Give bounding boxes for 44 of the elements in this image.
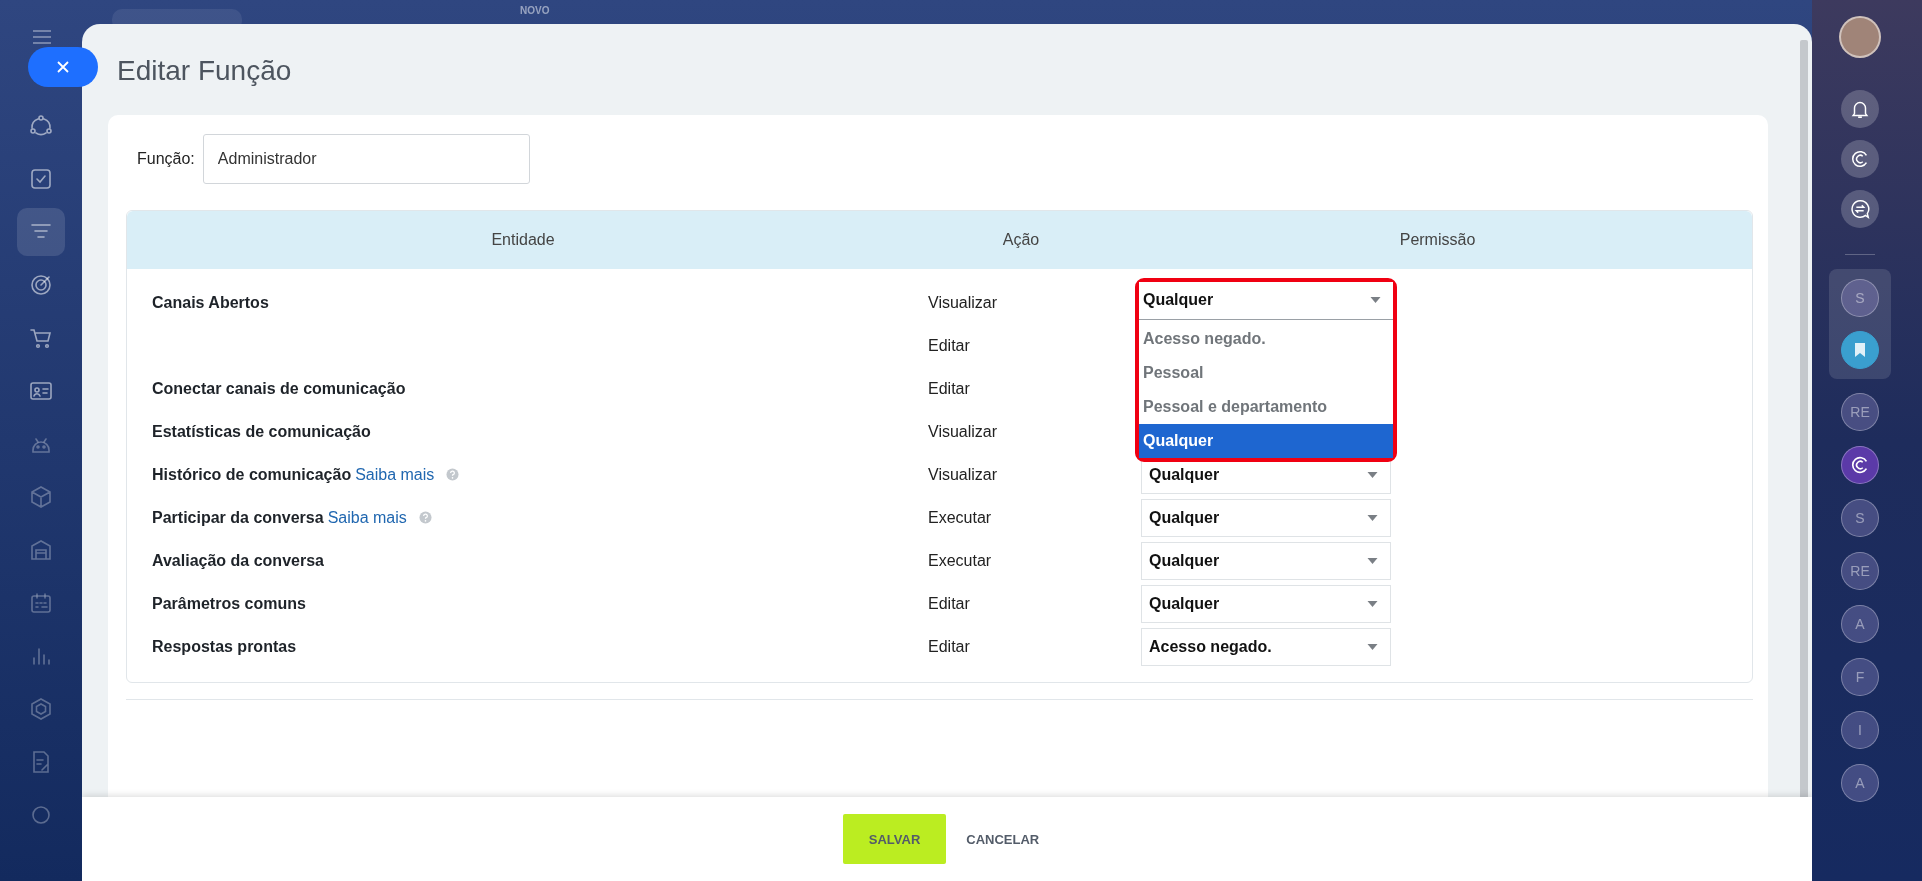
cancel-button[interactable]: CANCELAR [954,814,1052,864]
entity-name: Respostas prontas [152,637,297,656]
learn-more-link[interactable]: Saiba mais [327,508,407,527]
chat-avatar[interactable]: S [1841,499,1879,537]
permission-select[interactable]: Acesso negado. [1141,627,1391,666]
entity-name: Parâmetros comuns [152,594,306,613]
field-label: Função: [137,150,195,168]
action-text: Visualizar [928,422,998,440]
action-text: Editar [928,336,970,354]
chat-avatar[interactable]: S [1841,279,1879,317]
dropdown-option[interactable]: Pessoal [1139,355,1393,390]
permission-select[interactable]: Qualquer [1141,584,1391,623]
entity-name: Conectar canais de comunicação [152,379,406,398]
action-text: Editar [928,637,970,655]
action-text: Executar [928,551,992,569]
column-header: Permissão [1398,231,1477,249]
entity-name: Avaliação da conversa [152,551,324,570]
dropdown-option[interactable]: Qualquer [1139,423,1393,458]
action-text: Editar [928,379,970,397]
column-header: Ação [1001,231,1041,249]
action-text: Visualizar [928,293,998,311]
action-text: Editar [928,594,970,612]
chat-avatar[interactable]: RE [1841,393,1879,431]
entity-name: Estatísticas de comunicação [152,422,371,441]
action-text: Executar [928,508,992,526]
dialog-title: Editar Função [116,54,293,88]
chat-avatar[interactable]: A [1841,764,1879,802]
action-text: Visualizar [928,465,998,483]
chat-avatar[interactable]: A [1841,605,1879,643]
permission-select[interactable]: Qualquer [1139,281,1393,320]
new-label: NOVO [520,4,550,16]
save-button[interactable]: SALVAR [842,814,947,864]
entity-name: Canais Abertos [152,293,269,312]
permission-select[interactable]: Qualquer [1141,498,1391,537]
dropdown-option[interactable]: Pessoal e departamento [1139,389,1393,424]
chat-avatar[interactable]: RE [1841,552,1879,590]
entity-name: Participar da conversa [152,508,324,527]
learn-more-link[interactable]: Saiba mais [355,465,435,484]
permission-select[interactable]: Qualquer [1141,541,1391,580]
dropdown-option[interactable]: Acesso negado. [1139,321,1393,356]
column-header: Entidade [490,231,556,249]
chat-avatar[interactable]: F [1841,658,1879,696]
role-input-field[interactable]: Administrador [202,134,530,184]
entity-name: Histórico de comunicação [152,465,352,484]
